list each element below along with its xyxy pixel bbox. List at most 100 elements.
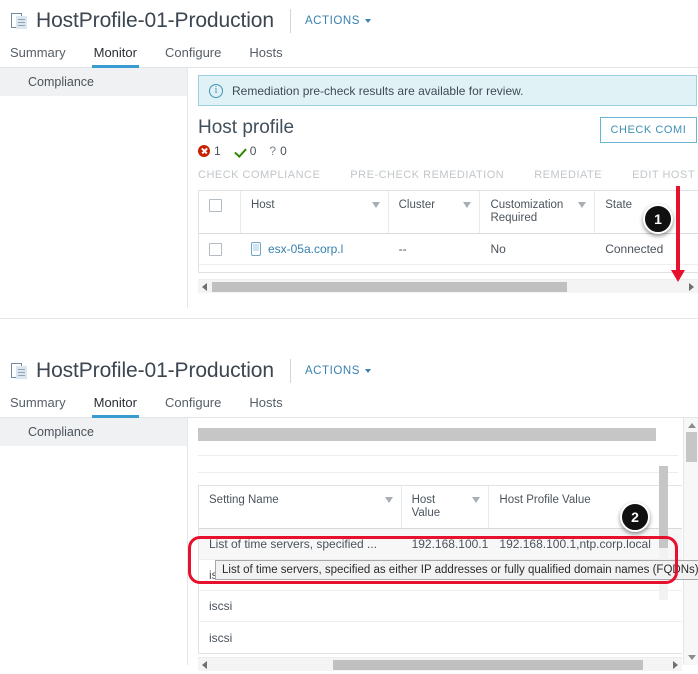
col-cluster[interactable]: Cluster	[389, 191, 481, 233]
gray-progress-bar	[198, 428, 656, 441]
status-compliant: 0	[234, 144, 257, 158]
table-row[interactable]: iscsi	[199, 622, 682, 653]
sidebar-1: Compliance	[0, 68, 188, 308]
action-toolbar: CHECK COMPLIANCE PRE-CHECK REMEDIATION R…	[188, 158, 698, 190]
info-banner-text: Remediation pre-check results are availa…	[232, 83, 524, 98]
screenshot-root: HostProfile-01-Production ACTIONS Summar…	[0, 0, 698, 674]
chevron-down-icon	[364, 19, 371, 23]
compliance-status-summary: 1 0 ? 0	[198, 144, 296, 158]
toolbar-remediate[interactable]: REMEDIATE	[534, 169, 602, 181]
status-noncompliant-count: 1	[214, 144, 221, 158]
tab-hosts[interactable]: Hosts	[249, 395, 296, 417]
page-title: HostProfile-01-Production	[36, 359, 274, 382]
actions-menu-button[interactable]: ACTIONS	[305, 365, 371, 377]
status-unknown: ? 0	[269, 144, 286, 158]
actions-menu-button[interactable]: ACTIONS	[305, 15, 371, 27]
scroll-down-icon[interactable]	[687, 655, 696, 660]
section-header: Host profile 1 0 ? 0 CHECK COMI	[188, 106, 698, 158]
callout-marker-1: 1	[643, 204, 673, 234]
select-all-cell	[199, 191, 241, 233]
object-header-1: HostProfile-01-Production ACTIONS	[0, 0, 698, 38]
hscroll-thumb[interactable]	[333, 660, 643, 670]
tab-summary[interactable]: Summary	[10, 45, 80, 67]
cell-cluster: --	[398, 242, 407, 256]
header-divider	[289, 9, 291, 33]
table-row[interactable]: List of time servers, specified ... 192.…	[199, 529, 682, 560]
host-link[interactable]: esx-05a.corp.l	[268, 242, 343, 256]
select-all-checkbox[interactable]	[209, 199, 222, 212]
col-host-value[interactable]: Host Value	[402, 486, 490, 528]
scroll-right-icon[interactable]	[673, 661, 678, 669]
scroll-left-icon[interactable]	[202, 283, 207, 291]
sidebar-item-compliance[interactable]: Compliance	[0, 418, 187, 446]
tab-summary[interactable]: Summary	[10, 395, 80, 417]
tab-bar-1: Summary Monitor Configure Hosts	[0, 38, 698, 68]
sidebar-2: Compliance	[0, 418, 188, 665]
filter-icon[interactable]	[472, 497, 481, 503]
settings-table-hscrollbar[interactable]	[198, 657, 682, 671]
table-row[interactable]: iscsi	[199, 591, 682, 622]
panel-bottom: HostProfile-01-Production ACTIONS Summar…	[0, 350, 698, 674]
chevron-down-icon	[364, 369, 371, 373]
col-host[interactable]: Host	[241, 191, 389, 233]
check-compliance-button[interactable]: CHECK COMI	[599, 117, 698, 143]
panel-body-2: Compliance Setting Name Host Value Host …	[0, 418, 698, 671]
col-customization-required[interactable]: Customization Required	[480, 191, 596, 233]
hosts-table-hscrollbar[interactable]	[198, 279, 698, 293]
col-host-profile-value[interactable]: Host Profile Value	[489, 486, 682, 528]
filter-icon[interactable]	[463, 202, 472, 208]
col-host-value-label: Host Value	[411, 494, 441, 519]
scroll-left-icon[interactable]	[202, 661, 207, 669]
filter-icon[interactable]	[371, 202, 380, 208]
collapsed-section-bar	[198, 428, 678, 441]
content-2: Setting Name Host Value Host Profile Val…	[188, 418, 698, 671]
col-host-label: Host	[250, 199, 275, 211]
cell-host-profile-value	[489, 632, 682, 644]
check-icon	[234, 145, 246, 157]
content-vscrollbar-2[interactable]	[683, 418, 698, 665]
settings-grid-inner-thumb[interactable]	[659, 466, 668, 548]
tab-configure[interactable]: Configure	[165, 395, 235, 417]
content-1: i Remediation pre-check results are avai…	[188, 68, 698, 308]
annotation-arrow-1	[671, 186, 685, 284]
tab-monitor[interactable]: Monitor	[91, 395, 151, 418]
vscroll-thumb[interactable]	[686, 432, 697, 462]
cell-setting-name: List of time servers, specified ...	[209, 537, 378, 551]
section-title: Host profile	[198, 117, 295, 138]
info-banner: i Remediation pre-check results are avai…	[198, 75, 698, 106]
section-title-block: Host profile 1 0 ? 0	[198, 117, 296, 158]
scroll-up-icon[interactable]	[687, 423, 696, 428]
row-checkbox[interactable]	[209, 242, 222, 256]
actions-label: ACTIONS	[304, 15, 360, 27]
object-header-2: HostProfile-01-Production ACTIONS	[0, 350, 698, 388]
tab-configure[interactable]: Configure	[165, 45, 235, 67]
panel-separator	[0, 318, 698, 319]
filter-icon[interactable]	[578, 202, 587, 208]
row-select-cell	[199, 237, 241, 262]
scroll-right-icon[interactable]	[689, 283, 694, 291]
toolbar-pre-check-remediation[interactable]: PRE-CHECK REMEDIATION	[350, 169, 504, 181]
error-icon	[198, 145, 210, 157]
cell-setting-name: iscsi	[209, 599, 233, 613]
page-title: HostProfile-01-Production	[36, 9, 274, 32]
panel-body-1: Compliance i Remediation pre-check resul…	[0, 68, 698, 308]
toolbar-edit-host-customizations[interactable]: EDIT HOST CU	[632, 169, 698, 181]
cell-host-profile-value	[489, 600, 682, 612]
hscroll-thumb[interactable]	[212, 282, 567, 292]
tab-hosts[interactable]: Hosts	[249, 45, 296, 67]
divider-b	[198, 472, 678, 473]
table-row[interactable]: esx-05a.corp.l -- No Connected	[199, 234, 698, 265]
filter-icon[interactable]	[384, 497, 393, 503]
settings-table-header: Setting Name Host Value Host Profile Val…	[199, 486, 682, 529]
cell-host-value: 192.168.100.1	[411, 537, 489, 551]
setting-name-tooltip: List of time servers, specified as eithe…	[215, 560, 698, 580]
toolbar-check-compliance[interactable]: CHECK COMPLIANCE	[198, 169, 320, 181]
table-row-empty	[199, 265, 698, 272]
cell-host: esx-05a.corp.l	[241, 236, 389, 262]
status-unknown-count: 0	[280, 144, 287, 158]
sidebar-item-compliance[interactable]: Compliance	[0, 68, 187, 96]
col-setting-name[interactable]: Setting Name	[199, 486, 402, 528]
col-cluster-label: Cluster	[398, 199, 436, 211]
tab-monitor[interactable]: Monitor	[91, 45, 151, 68]
cell-host-profile-value: 192.168.100.1,ntp.corp.local	[499, 537, 651, 551]
